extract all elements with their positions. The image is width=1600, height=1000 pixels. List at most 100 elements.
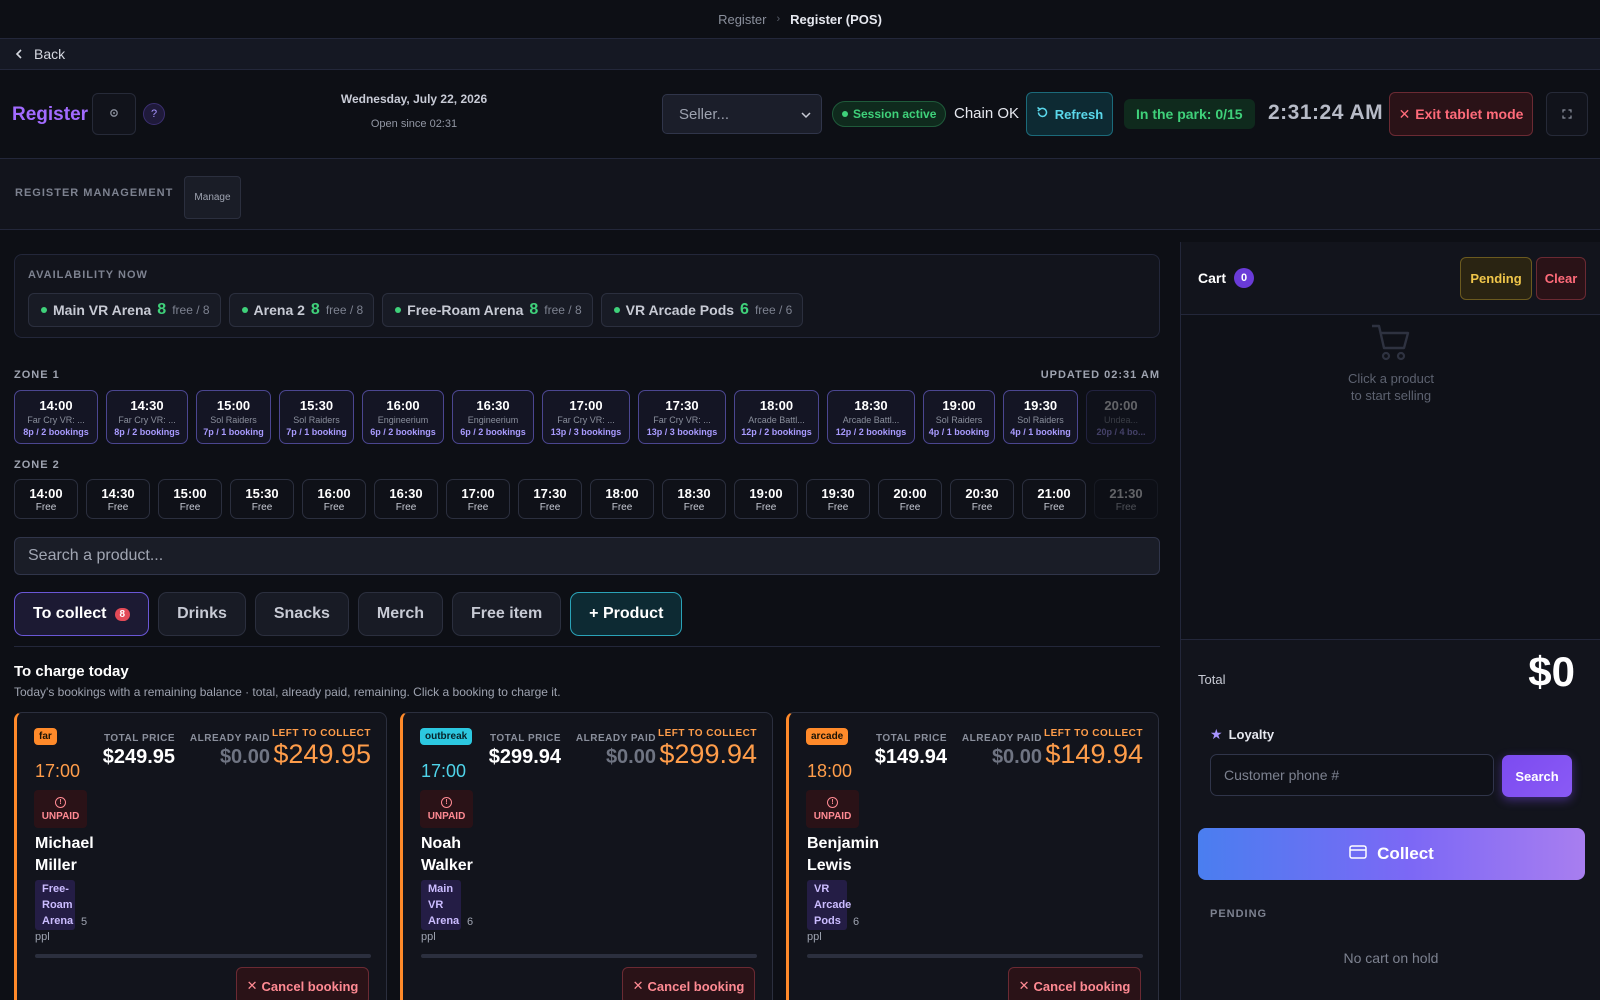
zone2-slot[interactable]: 15:30 Free — [230, 479, 294, 519]
zone1-slot[interactable]: 19:30 Sol Raiders 4p / 1 booking — [1003, 390, 1078, 444]
zone1-slot[interactable]: 14:00 Far Cry VR: ... 8p / 2 bookings — [14, 390, 98, 444]
people-count: 6 — [467, 916, 474, 928]
slot-time: 14:30 — [101, 485, 135, 501]
slot-time: 20:00 — [1104, 397, 1138, 413]
fullscreen-button[interactable] — [1546, 92, 1588, 136]
breadcrumb-parent[interactable]: Register — [718, 12, 766, 27]
loyalty-search-button[interactable]: Search — [1502, 755, 1572, 797]
cancel-booking-button[interactable]: ✕ Cancel booking — [622, 967, 755, 1000]
booking-card[interactable]: arcade 18:00 TOTAL PRICE $149.94 ALREADY PAI… — [786, 712, 1159, 1000]
people-count: 6 — [853, 916, 860, 928]
refresh-button[interactable]: Refresh — [1026, 92, 1113, 136]
slot-bookings: 20p / 4 bo... — [1096, 426, 1146, 437]
arena-badge: Main VR Arena — [421, 880, 461, 930]
clear-button[interactable]: Clear — [1536, 257, 1586, 300]
slot-status: Free — [683, 501, 705, 513]
total-value: $0 — [1528, 648, 1575, 695]
booking-card[interactable]: far 17:00 TOTAL PRICE $249.95 ALREADY PAID $0… — [14, 712, 387, 1000]
zone2-slot[interactable]: 20:00 Free — [878, 479, 942, 519]
cancel-booking-button[interactable]: ✕ Cancel booking — [236, 967, 369, 1000]
availability-chip[interactable]: Arena 2 8 free / 8 — [228, 293, 375, 327]
zone1-slot[interactable]: 18:00 Arcade Battl... 12p / 2 bookings — [734, 390, 819, 444]
tab-snacks[interactable]: Snacks — [254, 592, 349, 636]
total-price-value: $249.95 — [102, 746, 175, 768]
slot-time: 19:30 — [821, 485, 855, 501]
back-button[interactable]: Back — [0, 38, 1600, 70]
slot-status: Free — [899, 501, 921, 513]
slot-status: Free — [755, 501, 777, 513]
customer-phone-input[interactable]: Customer phone # — [1210, 754, 1494, 796]
zone2-slots: 14:00 Free 14:30 Free 15:00 Free 15:30 Free 16:0… — [14, 479, 1160, 519]
already-paid-column: ALREADY PAID $0.00 — [563, 733, 656, 769]
slot-bookings: 12p / 2 bookings — [741, 426, 812, 437]
slot-bookings: 13p / 3 bookings — [550, 426, 622, 437]
zone2-slot[interactable]: 18:30 Free — [662, 479, 726, 519]
availability-chip[interactable]: VR Arcade Pods 6 free / 6 — [600, 293, 804, 327]
chevron-down-icon — [801, 106, 811, 123]
manage-button[interactable]: Manage — [184, 176, 241, 219]
tab-drinks[interactable]: Drinks — [158, 592, 246, 636]
settings-button[interactable] — [92, 93, 136, 135]
charge-section-title: To charge today — [14, 663, 129, 680]
seller-select[interactable]: Seller... — [662, 94, 822, 134]
zone1-slot[interactable]: 18:30 Arcade Battl... 12p / 2 bookings — [827, 390, 915, 444]
booking-card[interactable]: outbreak 17:00 TOTAL PRICE $299.94 ALREADY P… — [400, 712, 773, 1000]
status-dot-icon — [842, 111, 848, 117]
zone2-slot[interactable]: 17:00 Free — [446, 479, 510, 519]
availability-chip[interactable]: Main VR Arena 8 free / 8 — [28, 293, 221, 327]
cancel-booking-button[interactable]: ✕ Cancel booking — [1008, 967, 1141, 1000]
register-management-bar: REGISTER MANAGEMENT Manage — [0, 158, 1600, 230]
zone2-slot[interactable]: 15:00 Free — [158, 479, 222, 519]
cancel-booking-label: Cancel booking — [1033, 978, 1131, 994]
zone2-slot[interactable]: 16:00 Free — [302, 479, 366, 519]
slot-bookings: 7p / 1 booking — [203, 426, 264, 437]
zone2-slot[interactable]: 19:00 Free — [734, 479, 798, 519]
zone2-slot[interactable]: 20:30 Free — [950, 479, 1014, 519]
cart-empty-state: Click a product to start selling — [1181, 322, 1600, 404]
slot-game: Sol Raiders — [293, 414, 340, 425]
in-park-counter: In the park: 0/15 — [1124, 99, 1255, 129]
zone1-slot[interactable]: 15:30 Sol Raiders 7p / 1 booking — [279, 390, 354, 444]
slot-time: 17:30 — [533, 485, 567, 501]
slot-time: 19:00 — [942, 397, 976, 413]
product-search-input[interactable]: Search a product... — [14, 537, 1160, 575]
add-product-button[interactable]: + Product — [570, 592, 683, 636]
zone2-slot[interactable]: 17:30 Free — [518, 479, 582, 519]
zone1-slot[interactable]: 16:00 Engineerium 6p / 2 bookings — [362, 390, 444, 444]
zone1-slot[interactable]: 20:00 Undea... 20p / 4 bo... — [1086, 390, 1156, 444]
tab-free-item[interactable]: Free item — [452, 592, 562, 636]
zone2-slot[interactable]: 21:30 Free — [1094, 479, 1158, 519]
slot-bookings: 7p / 1 booking — [286, 426, 347, 437]
unpaid-badge: ! UNPAID — [420, 790, 473, 828]
refresh-icon — [1036, 106, 1049, 122]
zone1-slot[interactable]: 17:30 Far Cry VR: ... 13p / 3 bookings — [638, 390, 726, 444]
zone2-slot[interactable]: 14:00 Free — [14, 479, 78, 519]
arena-free-count: 8 — [157, 301, 167, 318]
collect-button[interactable]: Collect — [1198, 828, 1585, 880]
zone2-slot[interactable]: 14:30 Free — [86, 479, 150, 519]
help-button[interactable]: ? — [143, 103, 165, 125]
slot-time: 16:00 — [386, 397, 420, 413]
zone2-slot[interactable]: 16:30 Free — [374, 479, 438, 519]
slot-time: 19:00 — [749, 485, 783, 501]
zone1-slot[interactable]: 17:00 Far Cry VR: ... 13p / 3 bookings — [542, 390, 630, 444]
zone1-slot[interactable]: 16:30 Engineerium 6p / 2 bookings — [452, 390, 534, 444]
availability-chip[interactable]: Free-Roam Arena 8 free / 8 — [382, 293, 593, 327]
zone1-slot[interactable]: 19:00 Sol Raiders 4p / 1 booking — [923, 390, 995, 444]
slot-status: Free — [467, 501, 489, 513]
status-dot-icon — [41, 307, 47, 313]
pending-button[interactable]: Pending — [1460, 257, 1532, 300]
tab-merch[interactable]: Merch — [357, 592, 444, 636]
tab-to-collect[interactable]: To collect 8 — [14, 592, 150, 636]
status-dot-icon — [395, 307, 402, 313]
zone2-slot[interactable]: 19:30 Free — [806, 479, 870, 519]
zone1-slot[interactable]: 15:00 Sol Raiders 7p / 1 booking — [196, 390, 271, 444]
zone2-slot[interactable]: 21:00 Free — [1022, 479, 1086, 519]
slot-time: 16:30 — [389, 485, 423, 501]
already-paid-header: ALREADY PAID — [961, 733, 1042, 744]
already-paid-header: ALREADY PAID — [189, 733, 270, 744]
exit-tablet-mode-button[interactable]: ✕ Exit tablet mode — [1389, 92, 1533, 136]
zone1-slot[interactable]: 14:30 Far Cry VR: ... 8p / 2 bookings — [106, 390, 188, 444]
pending-section-title: PENDING — [1210, 908, 1268, 920]
zone2-slot[interactable]: 18:00 Free — [590, 479, 654, 519]
